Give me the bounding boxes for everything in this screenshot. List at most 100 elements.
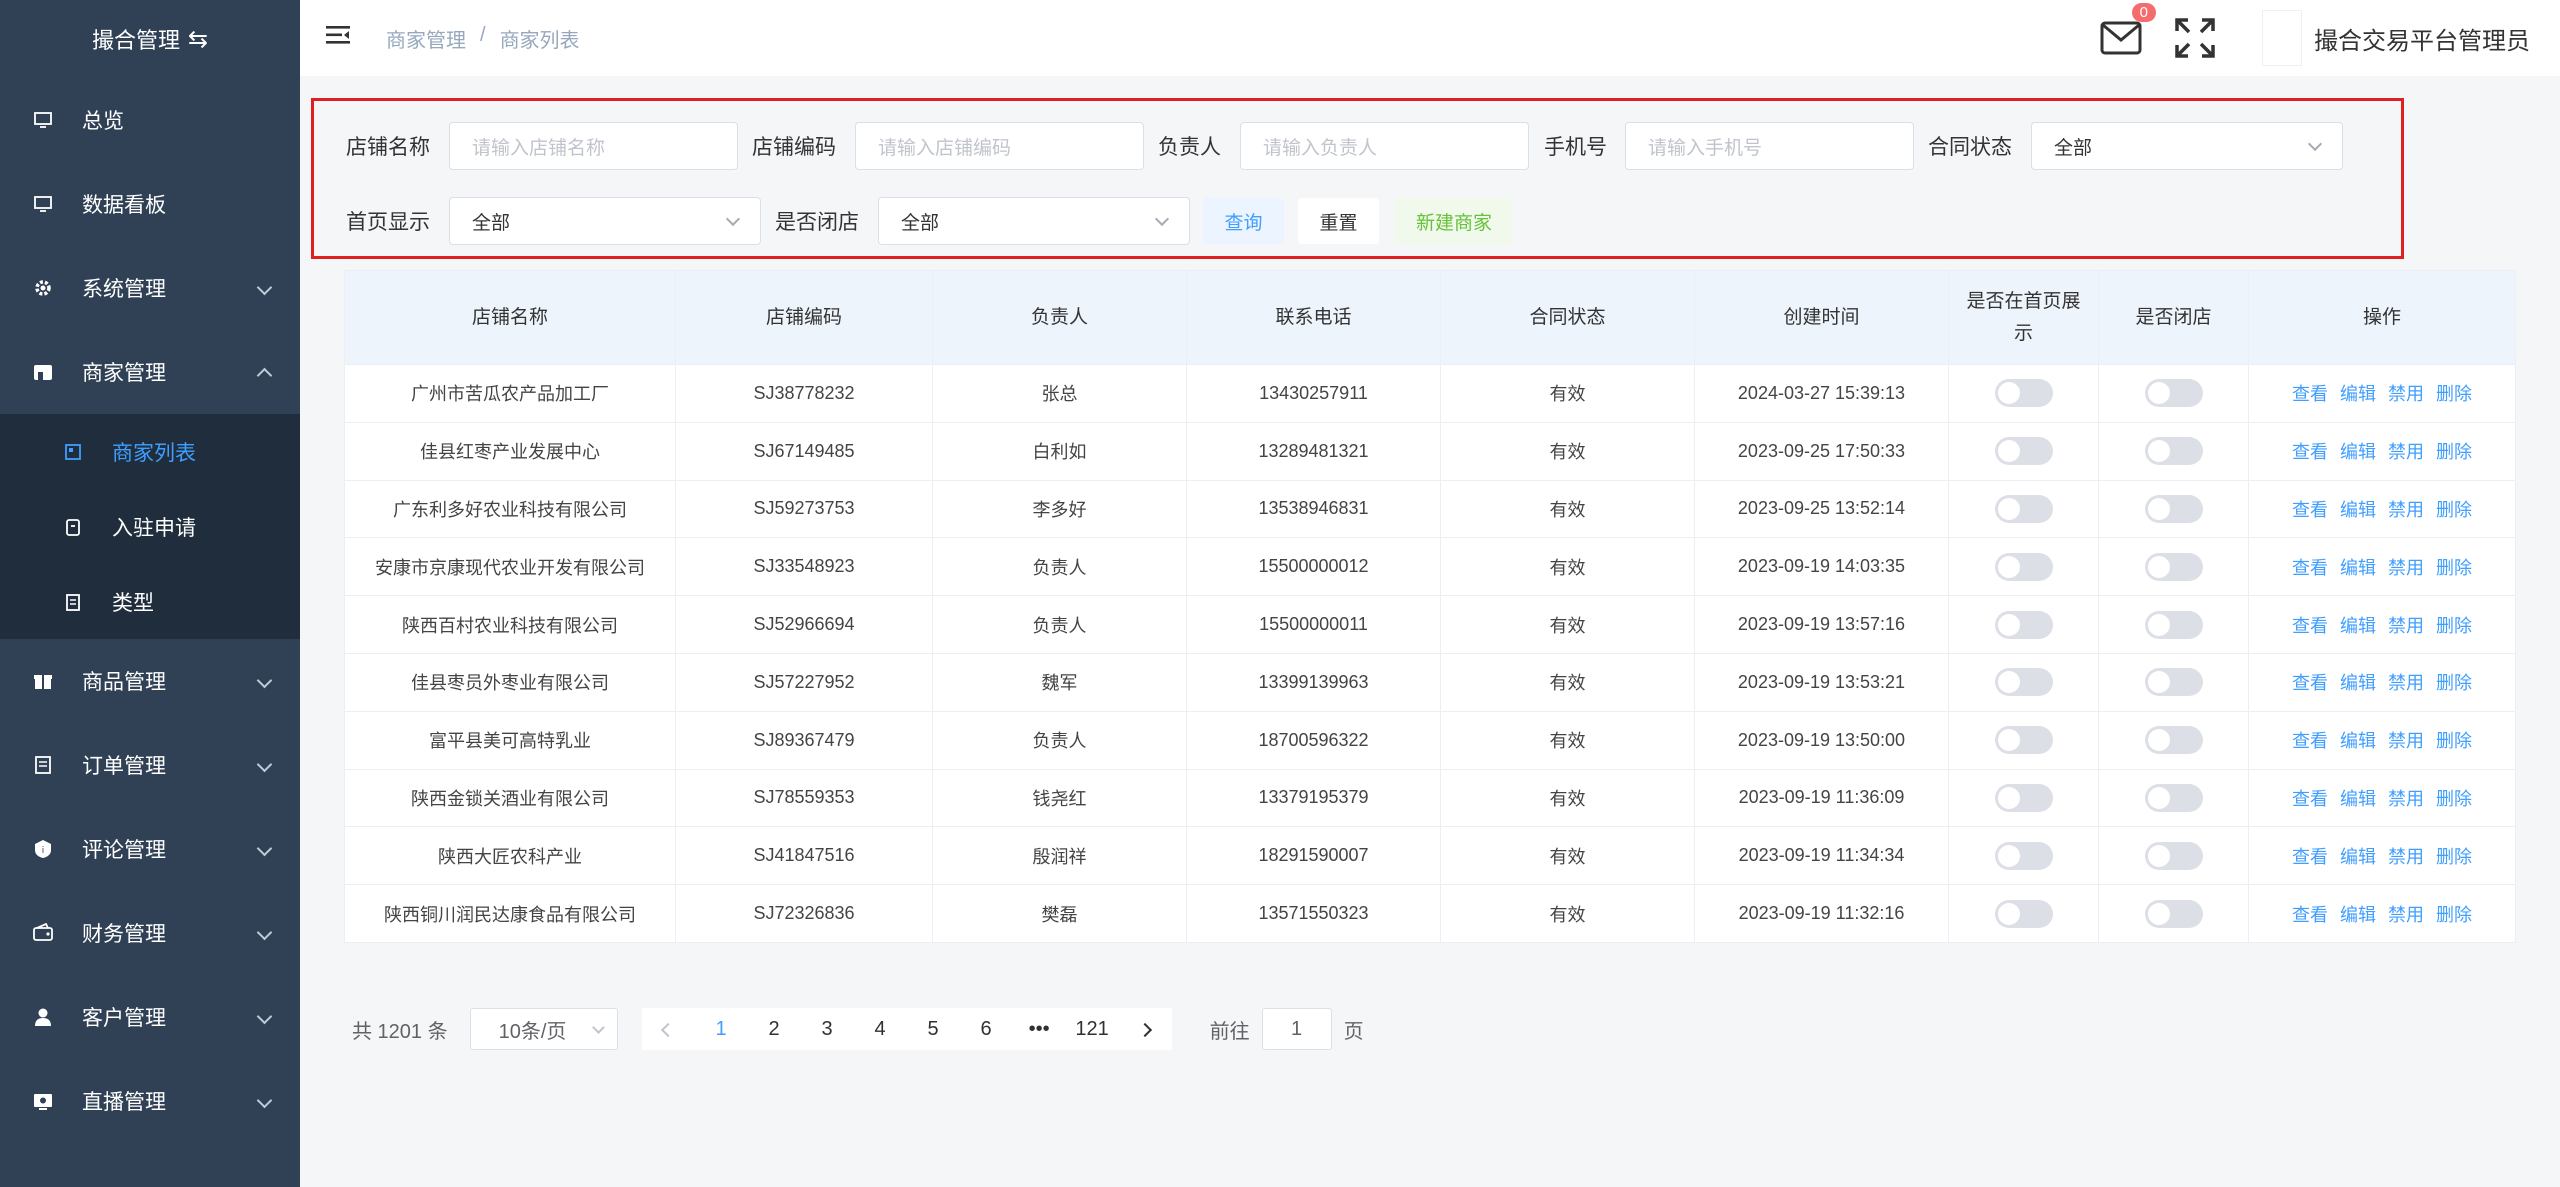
home-display-switch[interactable] xyxy=(1994,899,2053,928)
delete-link[interactable]: 删除 xyxy=(2436,616,2472,636)
fullscreen-icon[interactable] xyxy=(2174,17,2216,59)
delete-link[interactable]: 删除 xyxy=(2436,558,2472,578)
view-link[interactable]: 查看 xyxy=(2292,673,2328,693)
home-display-switch[interactable] xyxy=(1994,841,2053,870)
view-link[interactable]: 查看 xyxy=(2292,789,2328,809)
sidebar-item-finance[interactable]: 财务管理 xyxy=(0,891,300,975)
goto-page-input[interactable]: 1 xyxy=(1261,1008,1332,1050)
disable-link[interactable]: 禁用 xyxy=(2388,384,2424,404)
phone-input[interactable]: 请输入手机号 xyxy=(1625,122,1914,170)
page-number[interactable]: 2 xyxy=(748,1018,801,1041)
sidebar-item-system[interactable]: 系统管理 xyxy=(0,246,300,330)
home-display-switch[interactable] xyxy=(1994,726,2053,755)
disable-link[interactable]: 禁用 xyxy=(2388,847,2424,867)
menu-toggle-icon[interactable] xyxy=(326,24,352,52)
closed-switch[interactable] xyxy=(2144,610,2203,639)
sidebar-item-dashboard[interactable]: 数据看板 xyxy=(0,162,300,246)
avatar[interactable] xyxy=(2262,10,2302,66)
view-link[interactable]: 查看 xyxy=(2292,384,2328,404)
reset-button[interactable]: 重置 xyxy=(1298,198,1379,244)
home-display-switch[interactable] xyxy=(1994,494,2053,523)
sidebar-item-live[interactable]: 直播管理 xyxy=(0,1059,300,1143)
closed-switch[interactable] xyxy=(2144,668,2203,697)
edit-link[interactable]: 编辑 xyxy=(2340,731,2376,751)
next-page-button[interactable] xyxy=(1119,1018,1172,1041)
closed-switch[interactable] xyxy=(2144,899,2203,928)
edit-link[interactable]: 编辑 xyxy=(2340,789,2376,809)
view-link[interactable]: 查看 xyxy=(2292,905,2328,925)
disable-link[interactable]: 禁用 xyxy=(2388,905,2424,925)
disable-link[interactable]: 禁用 xyxy=(2388,789,2424,809)
submenu-item-type[interactable]: 类型 xyxy=(0,564,300,639)
delete-link[interactable]: 删除 xyxy=(2436,905,2472,925)
closed-switch[interactable] xyxy=(2144,783,2203,812)
closed-switch[interactable] xyxy=(2144,552,2203,581)
edit-link[interactable]: 编辑 xyxy=(2340,616,2376,636)
sidebar-brand[interactable]: 撮合管理 ⇆ xyxy=(0,0,300,78)
disable-link[interactable]: 禁用 xyxy=(2388,673,2424,693)
submenu-item-apply[interactable]: 入驻申请 xyxy=(0,489,300,564)
page-number[interactable]: 6 xyxy=(960,1018,1013,1041)
edit-link[interactable]: 编辑 xyxy=(2340,558,2376,578)
delete-link[interactable]: 删除 xyxy=(2436,442,2472,462)
sidebar-item-merchant[interactable]: 商家管理 xyxy=(0,330,300,414)
query-button[interactable]: 查询 xyxy=(1203,198,1284,244)
home-display-switch[interactable] xyxy=(1994,668,2053,697)
delete-link[interactable]: 删除 xyxy=(2436,384,2472,404)
home-display-switch[interactable] xyxy=(1994,552,2053,581)
page-number[interactable]: 1 xyxy=(695,1018,748,1041)
delete-link[interactable]: 删除 xyxy=(2436,500,2472,520)
page-number[interactable]: 4 xyxy=(854,1018,907,1041)
prev-page-button[interactable] xyxy=(642,1018,695,1041)
home-display-switch[interactable] xyxy=(1994,379,2053,408)
disable-link[interactable]: 禁用 xyxy=(2388,500,2424,520)
home-display-switch[interactable] xyxy=(1994,783,2053,812)
page-size-select[interactable]: 10条/页 xyxy=(469,1008,618,1050)
disable-link[interactable]: 禁用 xyxy=(2388,731,2424,751)
closed-switch[interactable] xyxy=(2144,494,2203,523)
delete-link[interactable]: 删除 xyxy=(2436,673,2472,693)
sidebar-item-orders[interactable]: 订单管理 xyxy=(0,723,300,807)
page-number[interactable]: 5 xyxy=(907,1018,960,1041)
contract-status-select[interactable]: 全部 xyxy=(2031,122,2343,170)
breadcrumb-item-merchant[interactable]: 商家管理 xyxy=(386,24,466,53)
disable-link[interactable]: 禁用 xyxy=(2388,616,2424,636)
view-link[interactable]: 查看 xyxy=(2292,731,2328,751)
sidebar-item-goods[interactable]: 商品管理 xyxy=(0,639,300,723)
edit-link[interactable]: 编辑 xyxy=(2340,442,2376,462)
home-display-switch[interactable] xyxy=(1994,437,2053,466)
owner-input[interactable]: 请输入负责人 xyxy=(1240,122,1529,170)
mail-icon[interactable]: 0 xyxy=(2100,3,2156,55)
view-link[interactable]: 查看 xyxy=(2292,616,2328,636)
view-link[interactable]: 查看 xyxy=(2292,442,2328,462)
home-display-select[interactable]: 全部 xyxy=(449,197,761,245)
sidebar-item-comments[interactable]: i 评论管理 xyxy=(0,807,300,891)
disable-link[interactable]: 禁用 xyxy=(2388,558,2424,578)
edit-link[interactable]: 编辑 xyxy=(2340,847,2376,867)
more-pages-icon[interactable]: ••• xyxy=(1013,1018,1066,1041)
edit-link[interactable]: 编辑 xyxy=(2340,673,2376,693)
submenu-item-merchant-list[interactable]: 商家列表 xyxy=(0,414,300,489)
view-link[interactable]: 查看 xyxy=(2292,500,2328,520)
closed-switch[interactable] xyxy=(2144,437,2203,466)
closed-switch[interactable] xyxy=(2144,841,2203,870)
new-merchant-button[interactable]: 新建商家 xyxy=(1395,198,1513,244)
view-link[interactable]: 查看 xyxy=(2292,558,2328,578)
disable-link[interactable]: 禁用 xyxy=(2388,442,2424,462)
page-number[interactable]: 3 xyxy=(801,1018,854,1041)
edit-link[interactable]: 编辑 xyxy=(2340,384,2376,404)
shop-name-input[interactable]: 请输入店铺名称 xyxy=(449,122,738,170)
edit-link[interactable]: 编辑 xyxy=(2340,905,2376,925)
swap-icon[interactable]: ⇆ xyxy=(188,25,208,54)
edit-link[interactable]: 编辑 xyxy=(2340,500,2376,520)
closed-select[interactable]: 全部 xyxy=(878,197,1190,245)
sidebar-item-customers[interactable]: 客户管理 xyxy=(0,975,300,1059)
sidebar-item-overview[interactable]: 总览 xyxy=(0,78,300,162)
delete-link[interactable]: 删除 xyxy=(2436,789,2472,809)
username[interactable]: 撮合交易平台管理员 xyxy=(2314,21,2530,56)
closed-switch[interactable] xyxy=(2144,379,2203,408)
view-link[interactable]: 查看 xyxy=(2292,847,2328,867)
home-display-switch[interactable] xyxy=(1994,610,2053,639)
delete-link[interactable]: 删除 xyxy=(2436,731,2472,751)
page-number[interactable]: 121 xyxy=(1066,1018,1119,1041)
